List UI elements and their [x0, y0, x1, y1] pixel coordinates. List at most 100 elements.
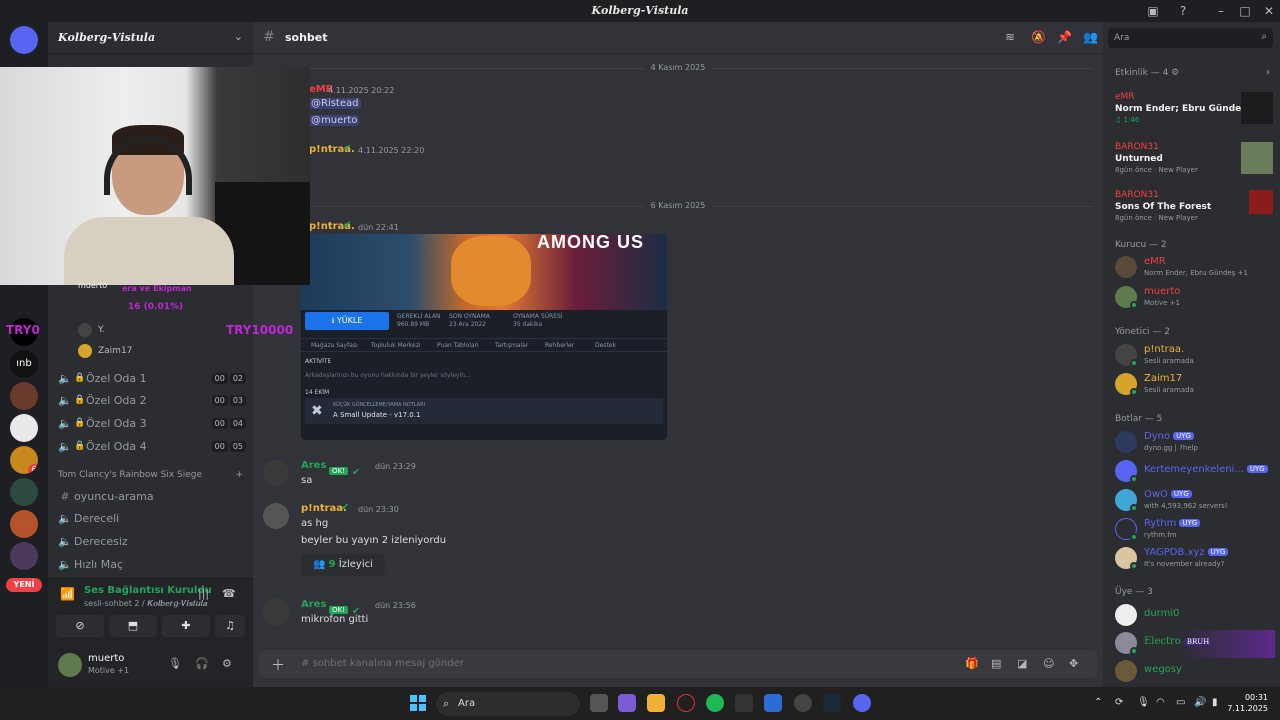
sync-icon[interactable]: ⟳ [1115, 697, 1123, 708]
disconnect-icon[interactable]: ☎ [222, 587, 236, 600]
close-button[interactable]: ✕ [1261, 3, 1277, 19]
message-author[interactable]: Ares [301, 460, 326, 471]
member-item[interactable]: muerto Motive +1 [1115, 284, 1275, 312]
member-item[interactable]: eMR Norm Ender, Ebru Gündeş +1 [1115, 254, 1275, 282]
chevron-right-icon[interactable]: › [1266, 67, 1270, 78]
voice-status[interactable]: Ses Bağlantısı Kuruldu [84, 585, 212, 596]
avatar[interactable] [263, 460, 289, 486]
member-item[interactable]: Zaim17 Sesli aramada [1115, 371, 1275, 399]
pin-icon[interactable]: 📌 [1057, 30, 1072, 44]
activities-button[interactable]: ✚ [162, 615, 210, 637]
server-icon[interactable] [10, 542, 38, 570]
sticker-icon[interactable]: ◪ [1017, 657, 1027, 670]
minimize-button[interactable]: – [1213, 3, 1229, 19]
member-list-icon[interactable]: 👥 [1083, 30, 1098, 44]
member-item[interactable]: YAGPDB.xyz UYG It's november already? [1115, 545, 1275, 573]
spotify-icon[interactable] [706, 694, 724, 712]
voice-member[interactable]: Zaim17 [78, 342, 132, 360]
voice-channel-ozel-oda-3[interactable]: 🔈 🔒 Özel Oda 3 00 04 [56, 412, 246, 434]
gift-icon[interactable]: 🎁 [965, 657, 979, 670]
voice-channel-dereceli[interactable]: 🔈 Dereceli [56, 507, 246, 529]
soundboard-button[interactable]: ♫ [215, 615, 245, 637]
network-icon[interactable]: ▭ [1176, 697, 1185, 708]
activity-card[interactable]: BARON31 Unturned 8gün önce · New Player [1115, 142, 1273, 174]
activity-header[interactable]: Etkinlik — 4 ⚙ [1115, 68, 1179, 78]
voice-channel-ozel-oda-1[interactable]: 🔈 🔒 Özel Oda 1 00 02 [56, 367, 246, 389]
message-author[interactable]: p!ntraa. [301, 503, 347, 514]
viewer-count-button[interactable]: 👥 9 İzleyici [301, 554, 385, 576]
voice-member[interactable]: Y. [78, 321, 105, 339]
category-header[interactable]: Tom Clancy's Rainbow Six Siege + [58, 470, 243, 486]
help-icon[interactable]: ? [1175, 3, 1191, 19]
screen-share-button[interactable]: ⬒ [109, 615, 157, 637]
gif-icon[interactable]: ▤ [991, 657, 1001, 670]
file-explorer-icon[interactable] [647, 694, 665, 712]
server-icon[interactable] [10, 382, 38, 410]
activity-card[interactable]: BARON31 Sons Of The Forest 8gün önce · N… [1115, 190, 1273, 222]
notification-mute-icon[interactable]: 🔕 [1031, 30, 1046, 44]
apps-icon[interactable]: ✥ [1069, 657, 1078, 670]
volume-icon[interactable]: 🔊 [1194, 697, 1206, 708]
camera-button[interactable]: ⊘ [56, 615, 104, 637]
settings-gear-icon[interactable]: ⚙ [222, 657, 232, 670]
voice-channel-hizli-mac[interactable]: 🔈 Hızlı Maç [56, 553, 246, 575]
home-icon[interactable] [10, 26, 38, 54]
member-item[interactable]: Kertemeyenkeleni... UYG [1115, 458, 1275, 486]
new-badge[interactable]: YENİ [6, 578, 42, 592]
message-author[interactable]: Ares [301, 599, 326, 610]
avatar[interactable] [58, 653, 82, 677]
member-item[interactable]: durmi0 [1115, 602, 1275, 630]
mention[interactable]: @Ristead [309, 98, 361, 109]
threads-icon[interactable]: ≋ [1005, 30, 1015, 44]
emoji-icon[interactable]: ☺ [1043, 657, 1054, 670]
composer-placeholder[interactable]: # sohbet kanalına mesaj gönder [301, 658, 464, 669]
member-item[interactable]: OwO UYG with 4,593,962 servers! [1115, 487, 1275, 515]
mention[interactable]: @muerto [309, 115, 360, 126]
noise-suppression-icon[interactable]: ||| [198, 587, 209, 600]
voice-channel-derecesiz[interactable]: 🔈 Derecesiz [56, 530, 246, 552]
server-icon[interactable]: 6 [10, 446, 38, 474]
inbox-icon[interactable]: ▣ [1145, 3, 1161, 19]
copilot-icon[interactable] [618, 694, 636, 712]
discord-icon[interactable] [853, 694, 871, 712]
system-clock[interactable]: 00:31 7.11.2025 [1227, 692, 1268, 714]
activity-card[interactable]: eMR Norm Ender; Ebru Gündeş ♫ 1:46 [1115, 92, 1273, 124]
server-header[interactable]: 𝑲𝒐𝒍𝒃𝒆𝒓𝒈-𝑽𝒊𝒔𝒕𝒖𝒍𝒂 ⌄ [48, 22, 253, 54]
member-item[interactable]: p!ntraa. Sesli aramada [1115, 342, 1275, 370]
member-item[interactable]: Dyno UYG dyno.gg | ?help [1115, 429, 1275, 457]
server-icon[interactable] [10, 510, 38, 538]
server-icon[interactable]: ınb [10, 350, 38, 378]
steam-icon[interactable] [823, 694, 841, 712]
server-icon[interactable] [10, 478, 38, 506]
taskbar-search[interactable]: ⌕ Ara [436, 692, 580, 716]
image-attachment[interactable]: AMONG US ⭳ YÜKLE GEREKLİ ALAN 960.89 MB S… [301, 234, 667, 440]
webcam-overlay[interactable] [0, 67, 310, 285]
editor-icon[interactable] [764, 694, 782, 712]
task-view-icon[interactable] [590, 694, 608, 712]
add-channel-icon[interactable]: + [235, 470, 243, 486]
server-icon[interactable] [10, 414, 38, 442]
maximize-button[interactable]: □ [1237, 3, 1253, 19]
member-item[interactable]: Electro BRUH [1115, 630, 1275, 658]
tray-expand-icon[interactable]: ⌃ [1094, 697, 1102, 708]
unity-icon[interactable] [735, 694, 753, 712]
microphone-icon[interactable]: 🎙 [168, 657, 182, 670]
voice-channel-ozel-oda-4[interactable]: 🔈 🔒 Özel Oda 4 00 05 [56, 435, 246, 457]
message-composer[interactable]: ＋ # sohbet kanalına mesaj gönder 🎁 ▤ ◪ ☺… [259, 650, 1097, 678]
battery-icon[interactable]: ▮ [1212, 697, 1218, 708]
wifi-icon[interactable]: ◠ [1156, 697, 1165, 708]
headphones-icon[interactable]: 🎧 [195, 657, 209, 670]
voice-channel-ozel-oda-2[interactable]: 🔈 🔒 Özel Oda 2 00 03 [56, 389, 246, 411]
app-icon[interactable] [794, 694, 812, 712]
opera-browser-icon[interactable] [677, 694, 695, 712]
attach-plus-icon[interactable]: ＋ [271, 655, 285, 675]
member-item[interactable]: Rythm UYG rythm.fm [1115, 516, 1275, 544]
member-item[interactable]: wegosy [1115, 658, 1275, 686]
text-channel-oyuncu-arama[interactable]: # oyuncu-arama [56, 485, 246, 507]
search-input[interactable] [1114, 31, 1254, 45]
windows-start-icon[interactable] [410, 695, 426, 711]
microphone-icon[interactable]: 🎙 [1137, 697, 1150, 708]
avatar[interactable] [263, 503, 289, 529]
search-box[interactable]: ⌕ [1108, 28, 1273, 48]
avatar[interactable] [263, 599, 289, 625]
